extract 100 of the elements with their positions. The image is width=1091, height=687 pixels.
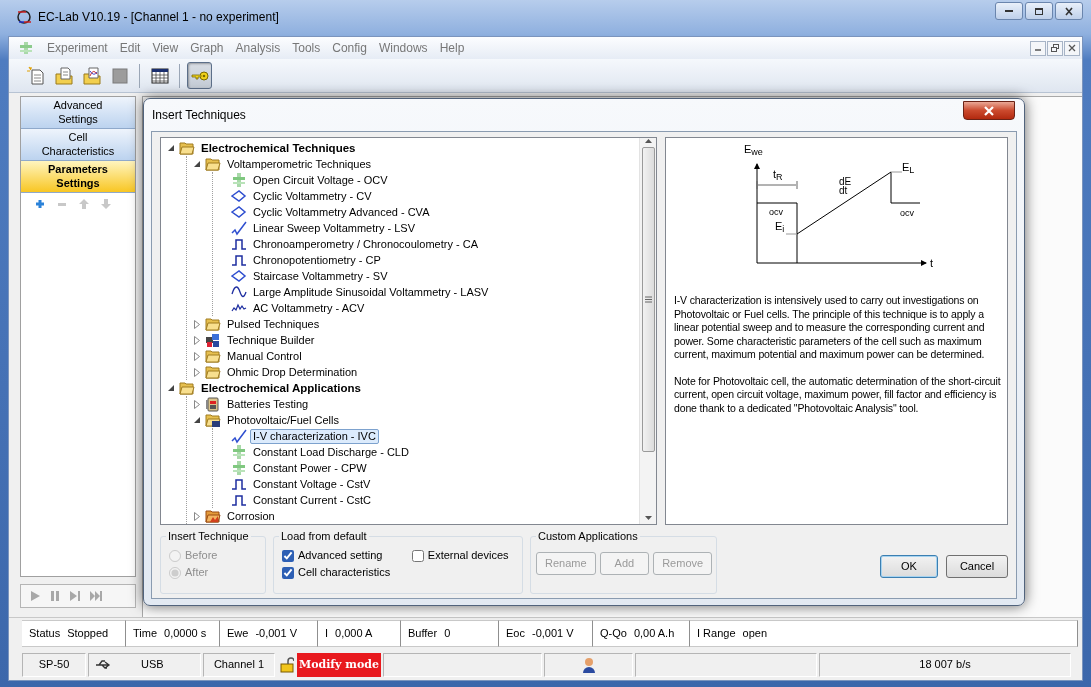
tree-item[interactable]: Staircase Voltammetry - SV — [250, 268, 391, 284]
square-wave-icon — [231, 476, 247, 492]
ok-button[interactable]: OK — [880, 555, 938, 578]
checkbox[interactable] — [282, 549, 294, 562]
scroll-down-icon[interactable] — [643, 515, 653, 521]
tree-item[interactable]: Technique Builder — [224, 332, 318, 348]
checkbox[interactable] — [411, 549, 424, 562]
tree-item[interactable]: Photovoltaic/Fuel Cells — [224, 412, 342, 428]
channel-name: Channel 1 — [213, 658, 265, 672]
status-label: I — [325, 626, 329, 641]
folder-icon — [205, 364, 221, 380]
tree-item[interactable]: Constant Power - CPW — [250, 460, 370, 476]
window-title: EC-Lab V10.19 - [Channel 1 - no experiment] — [38, 9, 279, 25]
grip-icon — [644, 296, 652, 303]
tree-item[interactable]: Constant Current - CstC — [250, 492, 374, 508]
tree-item[interactable]: Constant Voltage - CstV — [250, 476, 374, 492]
tree-item[interactable]: Open Circuit Voltage - OCV — [250, 172, 391, 188]
checkbox[interactable] — [282, 566, 294, 579]
scrollbar[interactable] — [639, 138, 656, 524]
tree-item[interactable]: AC Voltammetry - ACV — [250, 300, 368, 316]
status-value: open — [742, 626, 767, 641]
close-button[interactable] — [1064, 40, 1080, 56]
skip-end-icon[interactable] — [89, 590, 103, 602]
tree-item[interactable]: Linear Sweep Voltammetry - LSV — [250, 220, 419, 236]
scroll-up-icon[interactable] — [643, 138, 653, 144]
description-text: I-V characterization is intensively used to carry out investigations on Photovoltaic or Fuel cells. The principle of this technique is to apply a linear potential sweep and to measure the corresponding current and power. Some characteristic parameters of the cell such as maximum current, maximum potential and maximum power can be determined. — [674, 294, 986, 362]
checkbox-option[interactable]: External devices — [411, 547, 514, 564]
folder-icon — [205, 508, 221, 524]
person-icon — [581, 657, 596, 673]
tree-item[interactable]: Constant Load Discharge - CLD — [250, 444, 412, 460]
stop-icon — [109, 65, 130, 86]
tree-item[interactable]: Cyclic Voltammetry Advanced - CVA — [250, 204, 433, 220]
solar-folder-icon — [205, 412, 221, 428]
collapse-icon[interactable] — [193, 160, 201, 168]
menu-item[interactable]: Experiment — [41, 40, 114, 56]
group-title: Insert Technique — [166, 530, 251, 544]
collapse-icon[interactable] — [167, 384, 175, 392]
close-icon — [1063, 5, 1075, 17]
sidebar-tab[interactable]: Parameters Settings — [21, 161, 135, 193]
expand-icon[interactable] — [193, 351, 201, 361]
sine-wave-icon — [231, 284, 247, 300]
menu-item[interactable]: Tools — [286, 40, 327, 56]
close-button[interactable] — [1055, 2, 1083, 20]
diagram-label: E$_{we}$ — [744, 144, 763, 155]
minimize-icon — [1005, 10, 1013, 12]
status-value: -0,001 V — [531, 626, 574, 641]
description-text: Note for Photovoltaic cell, the automatic determination of the short-circuit current, open circuit voltage, maximum power, fill factor and efficiency is done thank to a dedicated "Photovoltaic Analysis" tool. — [674, 374, 1001, 415]
step-icon[interactable] — [69, 590, 81, 602]
menu-item[interactable]: Graph — [184, 40, 230, 56]
expand-icon[interactable] — [193, 319, 201, 329]
status-label: Q-Qo — [600, 626, 627, 641]
tree-item[interactable]: Chronopotentiometry - CP — [250, 252, 384, 268]
cancel-button[interactable]: Cancel — [946, 555, 1008, 578]
collapse-icon[interactable] — [193, 416, 201, 424]
cell-symbol-icon — [231, 172, 247, 188]
add-icon[interactable] — [35, 199, 45, 209]
expand-icon[interactable] — [193, 335, 201, 345]
menu-item[interactable]: Windows — [372, 40, 434, 56]
expand-icon[interactable] — [193, 511, 201, 521]
tree-item[interactable]: Manual Control — [224, 348, 305, 364]
tree-item[interactable]: Voltamperometric Techniques — [224, 156, 375, 172]
tree-item[interactable]: I-V characterization - IVC — [250, 428, 379, 444]
expand-icon[interactable] — [193, 367, 201, 377]
status-value: 0,0000 s — [164, 626, 207, 641]
tree-item[interactable]: Large Amplitude Sinusoidal Voltammetry - LASV — [250, 284, 492, 300]
scroll-thumb[interactable] — [641, 147, 655, 452]
status-label: Status — [29, 626, 61, 641]
restore-button[interactable] — [1047, 40, 1063, 56]
sidebar-tab[interactable]: Advanced Settings — [21, 97, 135, 129]
sidebar-tab[interactable]: Cell Characteristics — [21, 129, 135, 161]
usb-icon — [95, 658, 111, 672]
ramp-icon — [231, 428, 247, 444]
menu-item[interactable]: Analysis — [229, 40, 287, 56]
checkbox-option[interactable]: Cell characteristics — [282, 564, 396, 581]
menu-item[interactable]: Edit — [113, 40, 147, 56]
status-value: -0,001 V — [255, 626, 297, 641]
pause-icon[interactable] — [49, 590, 61, 602]
tree-item[interactable]: Cyclic Voltammetry - CV — [250, 188, 375, 204]
tree-item[interactable]: Batteries Testing — [224, 396, 312, 412]
maximize-button[interactable] — [1025, 2, 1053, 20]
close-button[interactable] — [963, 101, 1015, 120]
menu-item[interactable]: Config — [326, 40, 373, 56]
collapse-icon[interactable] — [167, 144, 175, 152]
menu-item[interactable]: Help — [433, 40, 471, 56]
checkbox-option[interactable]: Advanced setting — [282, 547, 396, 564]
tree-item[interactable]: Electrochemical Techniques — [198, 140, 359, 156]
expand-icon[interactable] — [193, 399, 201, 409]
play-icon[interactable] — [29, 590, 41, 602]
folder-icon — [205, 348, 221, 364]
cell-symbol-icon — [231, 444, 247, 460]
tree-item[interactable]: Pulsed Techniques — [224, 316, 323, 332]
folder-icon — [179, 140, 195, 156]
minimize-button[interactable] — [995, 2, 1023, 20]
diamond-icon — [231, 188, 247, 204]
tree-item[interactable]: Chronoamperometry / Chronocoulometry - CA — [250, 236, 481, 252]
close-icon — [1067, 43, 1077, 53]
tree-item[interactable]: Electrochemical Applications — [198, 380, 364, 396]
tree-item[interactable]: Corrosion — [224, 508, 278, 524]
menu-item[interactable]: View — [146, 40, 185, 56]
tree-item[interactable]: Ohmic Drop Determination — [224, 364, 361, 380]
